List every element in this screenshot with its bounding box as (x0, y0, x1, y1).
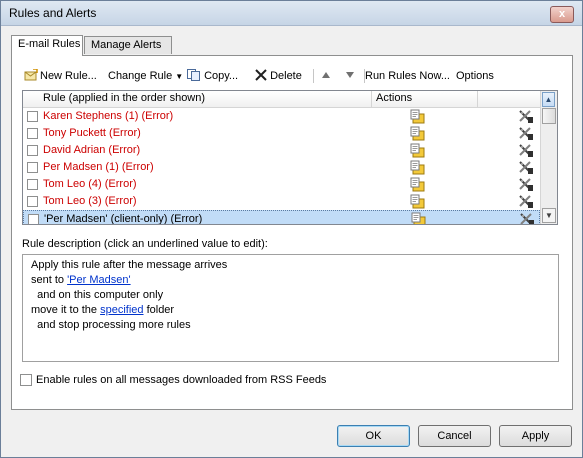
arrow-up-icon (322, 72, 330, 78)
rules-list-header: Rule (applied in the order shown) Action… (23, 91, 540, 108)
rule-enabled-checkbox[interactable] (27, 179, 38, 190)
run-rules-label: Run Rules Now... (365, 70, 450, 82)
rule-row[interactable]: Tom Leo (3) (Error) (23, 193, 540, 210)
column-divider[interactable] (371, 91, 372, 107)
rule-name: Tom Leo (4) (Error) (43, 178, 137, 190)
apply-button[interactable]: Apply (499, 425, 572, 447)
email-rules-panel: New Rule... Change Rule ▼ Copy... Delete… (11, 55, 573, 410)
move-to-folder-icon (410, 126, 426, 141)
new-rule-label: New Rule... (40, 70, 97, 82)
rule-enabled-checkbox[interactable] (27, 162, 38, 173)
options-button[interactable]: Options (456, 67, 494, 85)
scroll-down-icon: ▼ (545, 211, 553, 220)
description-line: and stop processing more rules (31, 319, 191, 331)
description-text: folder (143, 304, 175, 316)
move-down-button[interactable] (346, 67, 358, 85)
move-to-folder-icon (410, 177, 426, 192)
tab-email-rules-label: E-mail Rules (18, 38, 81, 50)
rule-name: 'Per Madsen' (client-only) (Error) (44, 213, 203, 225)
rule-action-tools-icon (518, 126, 534, 141)
rules-and-alerts-dialog: Rules and Alerts x E-mail Rules Manage A… (0, 0, 583, 458)
rules-list[interactable]: Rule (applied in the order shown) Action… (22, 90, 558, 225)
scroll-up-button[interactable]: ▲ (542, 92, 555, 107)
window-title: Rules and Alerts (9, 6, 97, 20)
scroll-thumb[interactable] (542, 108, 556, 124)
rss-rules-option[interactable]: Enable rules on all messages downloaded … (20, 374, 326, 386)
tab-manage-alerts-label: Manage Alerts (91, 39, 162, 51)
rule-row[interactable]: 'Per Madsen' (client-only) (Error) (23, 210, 540, 225)
scroll-down-button[interactable]: ▼ (542, 208, 556, 223)
move-to-folder-icon (410, 160, 426, 175)
rule-action-tools-icon (518, 177, 534, 192)
rule-name: Tony Puckett (Error) (43, 127, 141, 139)
description-line: move it to the specified folder (31, 304, 174, 316)
rule-row[interactable]: David Adrian (Error) (23, 142, 540, 159)
rule-action-tools-icon (518, 194, 534, 209)
rule-description-label: Rule description (click an underlined va… (22, 238, 268, 250)
copy-icon (187, 69, 204, 82)
description-text: move it to the (31, 304, 101, 316)
options-label: Options (456, 70, 494, 82)
rule-action-tools-icon (518, 143, 534, 158)
run-rules-now-button[interactable]: Run Rules Now... (365, 67, 450, 85)
rule-enabled-checkbox[interactable] (27, 111, 38, 122)
rule-row[interactable]: Tony Puckett (Error) (23, 125, 540, 142)
rule-enabled-checkbox[interactable] (27, 196, 38, 207)
description-line: and on this computer only (31, 289, 164, 301)
new-rule-icon (24, 68, 38, 81)
rule-name: Per Madsen (1) (Error) (43, 161, 154, 173)
delete-icon (255, 69, 270, 82)
rule-action-tools-icon (518, 160, 534, 175)
move-to-folder-icon (410, 143, 426, 158)
rule-enabled-checkbox[interactable] (27, 128, 38, 139)
arrow-down-icon (346, 72, 354, 78)
copy-rule-button[interactable]: Copy... (187, 67, 238, 85)
toolbar-separator (313, 69, 314, 83)
new-rule-button[interactable]: New Rule... (24, 67, 97, 85)
rule-name: David Adrian (Error) (43, 144, 141, 156)
delete-label: Delete (270, 70, 302, 82)
rule-row[interactable]: Tom Leo (4) (Error) (23, 176, 540, 193)
rss-checkbox-label: Enable rules on all messages downloaded … (36, 374, 327, 386)
move-up-button[interactable] (322, 67, 334, 85)
change-rule-button[interactable]: Change Rule ▼ (108, 67, 183, 85)
recipient-link[interactable]: 'Per Madsen' (67, 274, 131, 286)
folder-link[interactable]: specified (100, 304, 143, 316)
tab-email-rules[interactable]: E-mail Rules (11, 35, 83, 56)
rule-action-tools-icon (518, 109, 534, 124)
move-to-folder-icon (411, 212, 427, 224)
cancel-button[interactable]: Cancel (418, 425, 491, 447)
rule-action-tools-icon (519, 212, 535, 224)
description-line: sent to 'Per Madsen' (31, 274, 131, 286)
move-to-folder-icon (410, 109, 426, 124)
move-to-folder-icon (410, 194, 426, 209)
rule-row[interactable]: Karen Stephens (1) (Error) (23, 108, 540, 125)
column-header-rule[interactable]: Rule (applied in the order shown) (43, 92, 205, 104)
column-divider[interactable] (477, 91, 478, 107)
description-text: sent to (31, 274, 68, 286)
scroll-up-icon: ▲ (544, 95, 553, 104)
rss-checkbox[interactable] (20, 374, 32, 386)
column-header-actions[interactable]: Actions (376, 92, 412, 104)
copy-label: Copy... (204, 70, 239, 82)
chevron-down-icon: ▼ (175, 72, 184, 81)
rule-enabled-checkbox[interactable] (27, 145, 38, 156)
rule-name: Tom Leo (3) (Error) (43, 195, 137, 207)
rule-description-box: Apply this rule after the message arrive… (22, 254, 559, 362)
rule-name: Karen Stephens (1) (Error) (43, 110, 174, 122)
rule-row[interactable]: Per Madsen (1) (Error) (23, 159, 540, 176)
vertical-scrollbar[interactable]: ▲ ▼ (540, 91, 557, 224)
change-rule-label: Change Rule (108, 70, 173, 82)
delete-rule-button[interactable]: Delete (255, 67, 302, 85)
rules-toolbar: New Rule... Change Rule ▼ Copy... Delete… (22, 67, 562, 85)
title-bar: Rules and Alerts x (1, 1, 582, 26)
tab-manage-alerts[interactable]: Manage Alerts (84, 36, 172, 54)
rule-enabled-checkbox[interactable] (28, 214, 39, 224)
close-button[interactable]: x (550, 6, 574, 23)
ok-button[interactable]: OK (337, 425, 410, 447)
close-icon: x (558, 8, 566, 20)
description-line: Apply this rule after the message arrive… (31, 259, 228, 271)
